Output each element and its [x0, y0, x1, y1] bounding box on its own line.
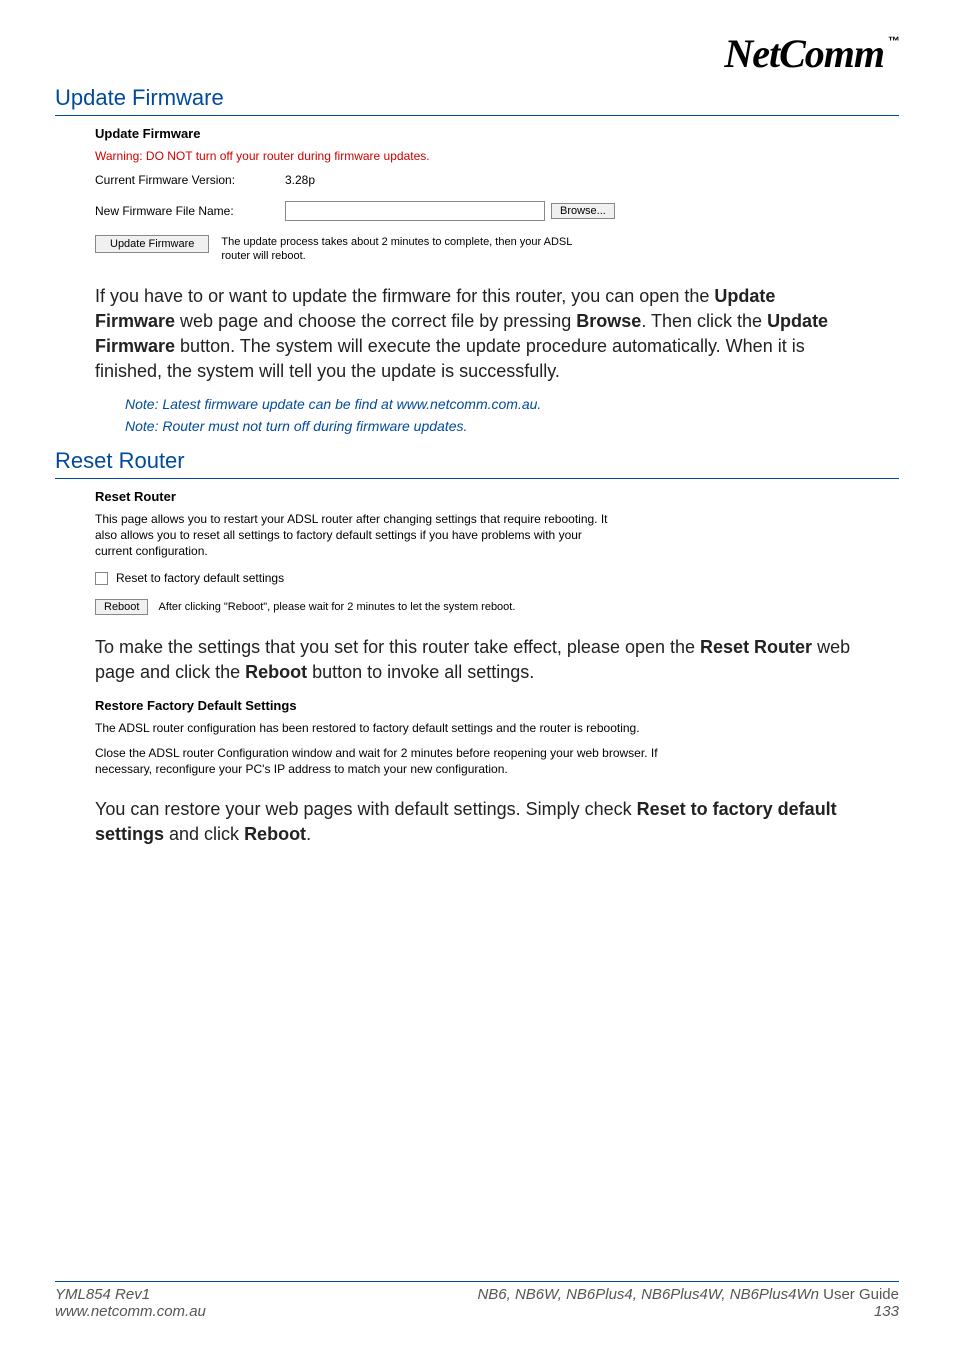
restore-line-1: The ADSL router configuration has been r…: [95, 721, 695, 737]
update-firmware-button[interactable]: Update Firmware: [95, 235, 209, 253]
firmware-warning-text: Warning: DO NOT turn off your router dur…: [95, 149, 899, 163]
text: web page and choose the correct file by …: [175, 311, 576, 331]
new-file-row: New Firmware File Name: Browse...: [95, 201, 899, 221]
text: and click: [164, 824, 244, 844]
divider: [55, 478, 899, 479]
text: . Then click the: [641, 311, 767, 331]
browse-button[interactable]: Browse...: [551, 203, 615, 219]
logo-row: NetComm ™: [55, 30, 899, 77]
footer-left: YML854 Rev1 www.netcomm.com.au: [55, 1286, 206, 1320]
factory-reset-checkbox[interactable]: [95, 572, 108, 585]
update-firmware-hint: The update process takes about 2 minutes…: [221, 235, 581, 264]
footer-right: NB6, NB6W, NB6Plus4, NB6Plus4W, NB6Plus4…: [477, 1286, 899, 1320]
reboot-button[interactable]: Reboot: [95, 599, 148, 615]
update-firmware-panel: Update Firmware Warning: DO NOT turn off…: [95, 126, 899, 264]
reset-router-panel: Reset Router This page allows you to res…: [95, 489, 899, 615]
text: .: [306, 824, 311, 844]
text-bold: Browse: [576, 311, 641, 331]
restore-panel: Restore Factory Default Settings The ADS…: [95, 698, 899, 778]
footer-models-guide: NB6, NB6W, NB6Plus4, NB6Plus4W, NB6Plus4…: [477, 1286, 899, 1303]
update-firmware-heading: Update Firmware: [55, 85, 899, 111]
text: If you have to or want to update the fir…: [95, 286, 714, 306]
firmware-file-input[interactable]: [285, 201, 545, 221]
reset-router-panel-title: Reset Router: [95, 489, 899, 504]
restore-panel-title: Restore Factory Default Settings: [95, 698, 899, 713]
restore-line-2: Close the ADSL router Configuration wind…: [95, 746, 695, 777]
footer-guide: User Guide: [823, 1286, 899, 1303]
update-firmware-action-row: Update Firmware The update process takes…: [95, 235, 899, 264]
reset-router-desc: This page allows you to restart your ADS…: [95, 512, 615, 559]
reset-router-heading: Reset Router: [55, 448, 899, 474]
netcomm-logo: NetComm ™: [724, 30, 899, 77]
update-firmware-body: If you have to or want to update the fir…: [95, 284, 859, 385]
update-firmware-panel-title: Update Firmware: [95, 126, 899, 141]
reset-router-body: To make the settings that you set for th…: [95, 635, 859, 685]
firmware-note-2: Note: Router must not turn off during fi…: [125, 418, 899, 434]
divider: [55, 115, 899, 116]
text-bold: Reset Router: [700, 637, 812, 657]
current-version-row: Current Firmware Version: 3.28p: [95, 173, 899, 187]
footer-doc-ref: YML854 Rev1: [55, 1286, 206, 1303]
text: button to invoke all settings.: [307, 662, 534, 682]
current-version-value: 3.28p: [285, 173, 315, 187]
text-bold: Reboot: [245, 662, 307, 682]
text: button. The system will execute the upda…: [95, 336, 805, 381]
footer-url: www.netcomm.com.au: [55, 1303, 206, 1320]
restore-body: You can restore your web pages with defa…: [95, 797, 859, 847]
firmware-note-1: Note: Latest firmware update can be find…: [125, 396, 899, 412]
footer-models: NB6, NB6W, NB6Plus4, NB6Plus4W, NB6Plus4…: [477, 1286, 823, 1303]
footer-page-number: 133: [477, 1303, 899, 1320]
factory-reset-checkbox-row: Reset to factory default settings: [95, 571, 899, 585]
page-footer: YML854 Rev1 www.netcomm.com.au NB6, NB6W…: [55, 1281, 899, 1320]
new-file-label: New Firmware File Name:: [95, 204, 285, 218]
reboot-row: Reboot After clicking "Reboot", please w…: [95, 599, 899, 615]
text: You can restore your web pages with defa…: [95, 799, 637, 819]
logo-tm: ™: [888, 34, 899, 48]
reboot-hint: After clicking "Reboot", please wait for…: [158, 601, 515, 613]
logo-text: NetComm: [724, 30, 884, 77]
text: To make the settings that you set for th…: [95, 637, 700, 657]
current-version-label: Current Firmware Version:: [95, 173, 285, 187]
factory-reset-checkbox-label: Reset to factory default settings: [116, 571, 284, 585]
text-bold: Reboot: [244, 824, 306, 844]
